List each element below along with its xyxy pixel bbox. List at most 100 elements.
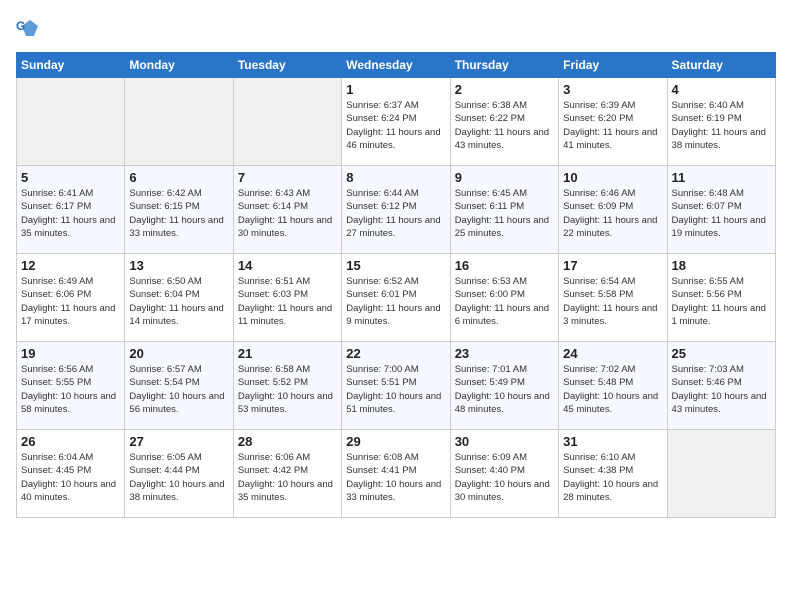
logo-icon: G [16,16,40,44]
day-info: Sunrise: 7:03 AMSunset: 5:46 PMDaylight:… [672,363,771,416]
calendar-day-18: 18 Sunrise: 6:55 AMSunset: 5:56 PMDayligh… [667,254,775,342]
day-info: Sunrise: 7:02 AMSunset: 5:48 PMDaylight:… [563,363,662,416]
day-info: Sunrise: 6:05 AMSunset: 4:44 PMDaylight:… [129,451,228,504]
day-info: Sunrise: 6:53 AMSunset: 6:00 PMDaylight:… [455,275,554,328]
calendar-empty-cell [233,78,341,166]
day-number: 19 [21,346,120,361]
day-info: Sunrise: 6:41 AMSunset: 6:17 PMDaylight:… [21,187,120,240]
day-info: Sunrise: 6:38 AMSunset: 6:22 PMDaylight:… [455,99,554,152]
day-number: 18 [672,258,771,273]
calendar-day-9: 9 Sunrise: 6:45 AMSunset: 6:11 PMDaylight… [450,166,558,254]
calendar-day-19: 19 Sunrise: 6:56 AMSunset: 5:55 PMDayligh… [17,342,125,430]
calendar-week-row: 5Sunrise: 6:41 AMSunset: 6:17 PMDaylight… [17,166,776,254]
day-info: Sunrise: 6:39 AMSunset: 6:20 PMDaylight:… [563,99,662,152]
day-number: 30 [455,434,554,449]
calendar-day-28: 28 Sunrise: 6:06 AMSunset: 4:42 PMDayligh… [233,430,341,518]
calendar-day-23: 23 Sunrise: 7:01 AMSunset: 5:49 PMDayligh… [450,342,558,430]
day-number: 20 [129,346,228,361]
weekday-header-thursday: Thursday [450,53,558,78]
calendar-day-24: 24 Sunrise: 7:02 AMSunset: 5:48 PMDayligh… [559,342,667,430]
calendar-day-29: 29 Sunrise: 6:08 AMSunset: 4:41 PMDayligh… [342,430,450,518]
day-info: Sunrise: 7:01 AMSunset: 5:49 PMDaylight:… [455,363,554,416]
weekday-header-tuesday: Tuesday [233,53,341,78]
day-number: 1 [346,82,445,97]
day-info: Sunrise: 6:51 AMSunset: 6:03 PMDaylight:… [238,275,337,328]
day-info: Sunrise: 6:54 AMSunset: 5:58 PMDaylight:… [563,275,662,328]
day-info: Sunrise: 7:00 AMSunset: 5:51 PMDaylight:… [346,363,445,416]
calendar-day-21: 21 Sunrise: 6:58 AMSunset: 5:52 PMDayligh… [233,342,341,430]
day-info: Sunrise: 6:50 AMSunset: 6:04 PMDaylight:… [129,275,228,328]
day-number: 13 [129,258,228,273]
calendar-week-row: 26 Sunrise: 6:04 AMSunset: 4:45 PMDayligh… [17,430,776,518]
logo: G [16,16,44,44]
day-info: Sunrise: 6:56 AMSunset: 5:55 PMDaylight:… [21,363,120,416]
day-number: 21 [238,346,337,361]
calendar-table: SundayMondayTuesdayWednesdayThursdayFrid… [16,52,776,518]
day-info: Sunrise: 6:58 AMSunset: 5:52 PMDaylight:… [238,363,337,416]
day-number: 28 [238,434,337,449]
day-info: Sunrise: 6:04 AMSunset: 4:45 PMDaylight:… [21,451,120,504]
calendar-day-30: 30 Sunrise: 6:09 AMSunset: 4:40 PMDayligh… [450,430,558,518]
day-number: 29 [346,434,445,449]
day-info: Sunrise: 6:43 AMSunset: 6:14 PMDaylight:… [238,187,337,240]
calendar-day-31: 31Sunrise: 6:10 AMSunset: 4:38 PMDayligh… [559,430,667,518]
calendar-day-6: 6Sunrise: 6:42 AMSunset: 6:15 PMDaylight… [125,166,233,254]
day-number: 11 [672,170,771,185]
calendar-day-15: 15 Sunrise: 6:52 AMSunset: 6:01 PMDayligh… [342,254,450,342]
day-info: Sunrise: 6:37 AMSunset: 6:24 PMDaylight:… [346,99,445,152]
weekday-header-sunday: Sunday [17,53,125,78]
day-info: Sunrise: 6:44 AMSunset: 6:12 PMDaylight:… [346,187,445,240]
page-header: G [16,16,776,44]
day-number: 2 [455,82,554,97]
day-number: 23 [455,346,554,361]
day-number: 22 [346,346,445,361]
calendar-day-13: 13 Sunrise: 6:50 AMSunset: 6:04 PMDayligh… [125,254,233,342]
day-info: Sunrise: 6:42 AMSunset: 6:15 PMDaylight:… [129,187,228,240]
day-info: Sunrise: 6:40 AMSunset: 6:19 PMDaylight:… [672,99,771,152]
calendar-day-11: 11 Sunrise: 6:48 AMSunset: 6:07 PMDayligh… [667,166,775,254]
day-number: 9 [455,170,554,185]
day-info: Sunrise: 6:57 AMSunset: 5:54 PMDaylight:… [129,363,228,416]
calendar-day-25: 25 Sunrise: 7:03 AMSunset: 5:46 PMDayligh… [667,342,775,430]
day-number: 24 [563,346,662,361]
day-info: Sunrise: 6:09 AMSunset: 4:40 PMDaylight:… [455,451,554,504]
calendar-day-1: 1 Sunrise: 6:37 AMSunset: 6:24 PMDaylight… [342,78,450,166]
day-info: Sunrise: 6:06 AMSunset: 4:42 PMDaylight:… [238,451,337,504]
day-number: 15 [346,258,445,273]
calendar-empty-cell [667,430,775,518]
day-info: Sunrise: 6:45 AMSunset: 6:11 PMDaylight:… [455,187,554,240]
calendar-day-5: 5Sunrise: 6:41 AMSunset: 6:17 PMDaylight… [17,166,125,254]
day-number: 3 [563,82,662,97]
calendar-day-8: 8Sunrise: 6:44 AMSunset: 6:12 PMDaylight… [342,166,450,254]
day-number: 16 [455,258,554,273]
day-info: Sunrise: 6:52 AMSunset: 6:01 PMDaylight:… [346,275,445,328]
day-number: 7 [238,170,337,185]
calendar-day-27: 27 Sunrise: 6:05 AMSunset: 4:44 PMDayligh… [125,430,233,518]
calendar-day-7: 7 Sunrise: 6:43 AMSunset: 6:14 PMDaylight… [233,166,341,254]
weekday-header-wednesday: Wednesday [342,53,450,78]
calendar-empty-cell [17,78,125,166]
day-info: Sunrise: 6:49 AMSunset: 6:06 PMDaylight:… [21,275,120,328]
calendar-week-row: 1 Sunrise: 6:37 AMSunset: 6:24 PMDaylight… [17,78,776,166]
day-number: 25 [672,346,771,361]
day-info: Sunrise: 6:55 AMSunset: 5:56 PMDaylight:… [672,275,771,328]
calendar-day-26: 26 Sunrise: 6:04 AMSunset: 4:45 PMDayligh… [17,430,125,518]
day-info: Sunrise: 6:48 AMSunset: 6:07 PMDaylight:… [672,187,771,240]
calendar-day-16: 16 Sunrise: 6:53 AMSunset: 6:00 PMDayligh… [450,254,558,342]
day-info: Sunrise: 6:08 AMSunset: 4:41 PMDaylight:… [346,451,445,504]
calendar-empty-cell [125,78,233,166]
day-info: Sunrise: 6:10 AMSunset: 4:38 PMDaylight:… [563,451,662,504]
calendar-day-12: 12 Sunrise: 6:49 AMSunset: 6:06 PMDayligh… [17,254,125,342]
calendar-week-row: 19 Sunrise: 6:56 AMSunset: 5:55 PMDayligh… [17,342,776,430]
day-number: 27 [129,434,228,449]
calendar-day-4: 4 Sunrise: 6:40 AMSunset: 6:19 PMDaylight… [667,78,775,166]
day-number: 12 [21,258,120,273]
day-number: 14 [238,258,337,273]
day-number: 4 [672,82,771,97]
calendar-day-2: 2 Sunrise: 6:38 AMSunset: 6:22 PMDaylight… [450,78,558,166]
weekday-header-saturday: Saturday [667,53,775,78]
weekday-header-monday: Monday [125,53,233,78]
day-number: 26 [21,434,120,449]
day-number: 17 [563,258,662,273]
calendar-day-17: 17 Sunrise: 6:54 AMSunset: 5:58 PMDayligh… [559,254,667,342]
